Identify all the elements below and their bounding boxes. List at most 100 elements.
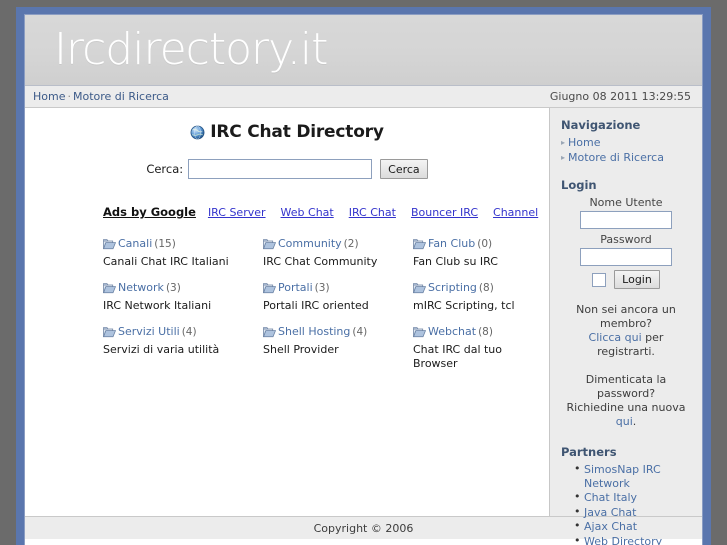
category-item: Community (2) IRC Chat Community: [263, 237, 413, 269]
category-header: Servizi Utili (4): [103, 325, 263, 342]
chevron-right-icon: ▸: [561, 138, 566, 147]
category-header: Scripting (8): [413, 281, 549, 298]
category-count: (3): [165, 282, 181, 294]
breadcrumb-item-home[interactable]: Home: [33, 90, 65, 103]
category-link-shell-hosting[interactable]: Shell Hosting: [278, 325, 350, 338]
folder-icon: [103, 326, 117, 342]
category-count: (15): [154, 238, 176, 250]
breadcrumb: Home · Motore di Ricerca: [33, 90, 550, 103]
category-item: Scripting (8) mIRC Scripting, tcl: [413, 281, 549, 313]
category-link-canali[interactable]: Canali: [118, 237, 152, 250]
category-count: (4): [352, 326, 368, 338]
category-item: Fan Club (0) Fan Club su IRC: [413, 237, 549, 269]
globe-icon: [190, 125, 205, 145]
sidebar-partners-heading: Partners: [561, 445, 617, 459]
category-link-fan-club[interactable]: Fan Club: [428, 237, 475, 250]
category-description: Fan Club su IRC: [413, 255, 498, 268]
category-header: Portali (3): [263, 281, 413, 298]
category-grid: Canali (15) Canali Chat IRC Italiani Commun…: [25, 237, 549, 371]
folder-icon: [103, 238, 117, 254]
category-link-community[interactable]: Community: [278, 237, 342, 250]
username-label: Nome Utente: [589, 196, 663, 209]
folder-icon: [263, 282, 277, 298]
category-item: Shell Hosting (4) Shell Provider: [263, 325, 413, 371]
folder-icon: [413, 282, 427, 298]
search-button[interactable]: Cerca: [380, 159, 428, 179]
folder-icon: [263, 326, 277, 342]
folder-icon: [103, 282, 117, 298]
page-inner: Ircdirectory.it Home · Motore di Ricerca G…: [24, 14, 703, 545]
category-link-portali[interactable]: Portali: [278, 281, 313, 294]
chevron-right-icon: ▸: [561, 153, 566, 162]
search-label: Cerca:: [146, 162, 184, 176]
search-form: Cerca: Cerca: [25, 159, 549, 179]
ads-by-google-row: Ads by Google IRC Server Web Chat IRC Ch…: [25, 205, 549, 219]
ad-link-channel[interactable]: Channel: [493, 206, 538, 219]
breadcrumb-item-motore-di-ricerca[interactable]: Motore di Ricerca: [73, 90, 169, 103]
category-count: (0): [477, 238, 493, 250]
login-button[interactable]: Login: [614, 270, 660, 289]
ad-link-irc-server[interactable]: IRC Server: [208, 206, 266, 219]
password-label: Password: [600, 233, 652, 246]
breadcrumb-separator: ·: [67, 90, 71, 103]
ad-link-irc-chat[interactable]: IRC Chat: [349, 206, 396, 219]
partner-list-item[interactable]: Ajax Chat: [574, 519, 694, 534]
partners-list: SimosNap IRC NetworkChat Italy Java ChatA…: [558, 462, 694, 545]
category-count: (2): [343, 238, 359, 250]
password-reset-link[interactable]: qui: [616, 415, 633, 428]
category-count: (3): [314, 282, 330, 294]
sidebar-login-block: Login Nome Utente Password Login: [558, 178, 694, 289]
sidebar-navigation-block: Navigazione ▸ Home ▸ Motore di Ricerca: [558, 118, 694, 164]
sidebar-navigation-heading: Navigazione: [561, 118, 641, 132]
sidebar-item-motore-di-ricerca-label[interactable]: Motore di Ricerca: [568, 151, 664, 164]
category-description: Servizi di varia utilità: [103, 343, 220, 356]
partner-link[interactable]: Chat Italy: [584, 491, 637, 504]
sidebar-item-motore-di-ricerca[interactable]: ▸ Motore di Ricerca: [561, 151, 694, 164]
category-description: IRC Network Italiani: [103, 299, 212, 312]
password-field[interactable]: [580, 248, 672, 266]
page-title-text: IRC Chat Directory: [210, 122, 384, 142]
datetime-display: Giugno 08 2011 13:29:55: [549, 90, 691, 103]
partner-list-item[interactable]: Java Chat: [574, 505, 694, 520]
partner-link[interactable]: Java Chat: [584, 506, 636, 519]
sidebar-login-heading: Login: [561, 178, 597, 192]
ad-link-bouncer-irc[interactable]: Bouncer IRC: [411, 206, 478, 219]
username-field[interactable]: [580, 211, 672, 229]
category-item: Webchat (8) Chat IRC dal tuo Browser: [413, 325, 549, 371]
category-header: Webchat (8): [413, 325, 549, 342]
folder-icon: [413, 326, 427, 342]
site-logo[interactable]: Ircdirectory.it: [54, 21, 328, 79]
register-note-line2: Clicca qui per registrarti.: [558, 331, 694, 359]
register-note-line1: Non sei ancora un membro?: [576, 303, 676, 330]
breadcrumb-bar: Home · Motore di Ricerca Giugno 08 2011 13…: [25, 86, 702, 108]
category-link-scripting[interactable]: Scripting: [428, 281, 477, 294]
category-link-network[interactable]: Network: [118, 281, 164, 294]
password-note: Dimenticata la password? Richiedine una …: [558, 373, 694, 429]
category-count: (4): [181, 326, 197, 338]
partner-link[interactable]: SimosNap IRC Network: [584, 463, 661, 490]
login-submit-row: Login: [558, 270, 694, 289]
main-content: IRC Chat Directory Cerca: Cerca Ads by G…: [25, 108, 549, 516]
category-description: Chat IRC dal tuo Browser: [413, 343, 503, 370]
category-link-webchat[interactable]: Webchat: [428, 325, 476, 338]
partner-link[interactable]: Ajax Chat: [584, 520, 637, 533]
category-description: Canali Chat IRC Italiani: [103, 255, 229, 268]
category-count: (8): [478, 282, 494, 294]
partner-list-item[interactable]: Chat Italy: [574, 490, 694, 505]
ads-by-google-title: Ads by Google: [103, 205, 196, 219]
partner-link[interactable]: Web Directory: [584, 535, 662, 545]
category-link-servizi-utili[interactable]: Servizi Utili: [118, 325, 180, 338]
sidebar-item-home[interactable]: ▸ Home: [561, 136, 694, 149]
sidebar-item-home-label[interactable]: Home: [568, 136, 600, 149]
category-item: Portali (3) Portali IRC oriented: [263, 281, 413, 313]
search-input[interactable]: [188, 159, 373, 179]
partner-list-item[interactable]: SimosNap IRC Network: [574, 462, 694, 490]
ad-link-web-chat[interactable]: Web Chat: [281, 206, 334, 219]
partner-list-item[interactable]: Web Directory: [574, 534, 694, 545]
remember-me-checkbox[interactable]: [592, 272, 607, 287]
register-link[interactable]: Clicca qui: [589, 331, 642, 344]
category-header: Canali (15): [103, 237, 263, 254]
password-note-line2: Richiedine una nuova qui.: [558, 401, 694, 429]
sidebar-partners-block: Partners SimosNap IRC NetworkChat Italy J…: [558, 445, 694, 545]
page-frame: Ircdirectory.it Home · Motore di Ricerca G…: [16, 7, 711, 545]
